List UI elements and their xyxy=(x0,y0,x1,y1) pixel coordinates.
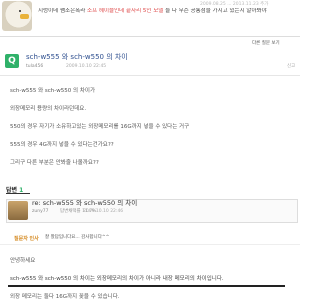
divider xyxy=(0,244,300,245)
answer-date: 2009.10.10 22:46 xyxy=(83,209,124,214)
asker-greeting-text: 잘 봤답입니다요... 감사합니다^^ xyxy=(45,235,110,240)
duck-eye xyxy=(19,10,21,12)
answerer-avatar[interactable] xyxy=(8,201,28,220)
question-date: 2009.10.10 22:45 xyxy=(66,64,107,69)
report-button[interactable]: 신고 xyxy=(287,64,295,70)
divider xyxy=(0,36,300,37)
answer-title: re: sch-w555 와 sch-w550 의 차이 xyxy=(32,199,138,207)
answer-body-line: sch-w555 와 sch-w550 의 차이는 외장메모리의 차이가 아니라… xyxy=(10,276,224,282)
answers-underline xyxy=(6,193,30,194)
divider xyxy=(0,75,300,76)
answer-body-line: 안녕하세요 xyxy=(10,258,36,264)
banner-question[interactable]: 지렁이네 쌤조은폭라 소프 헤이블인데 끝자리 5인 모델 들 다 무슨 공통점… xyxy=(38,8,296,15)
question-body-line: 550의 경우 자기가 소유하고있는 외장메모리를 16G까지 넣을 수 있다는… xyxy=(10,124,190,130)
duck-beak xyxy=(20,14,29,19)
answer-author[interactable]: zuny77 xyxy=(32,209,48,215)
question-body-line: sch-w555 와 sch-w550 의 차이가 xyxy=(10,88,96,94)
question-author[interactable]: tula456 xyxy=(26,64,43,70)
banner-question-highlight: 소프 헤이블인데 끝자리 5인 모델 xyxy=(87,8,164,14)
banner-question-suffix: 들 다 무슨 공통점을 가지고 있는지 알아봐야 xyxy=(165,8,267,14)
other-questions-link[interactable]: 다른 질문 보기 xyxy=(252,41,280,47)
question-body-line: 555의 경우 4G까지 넣을 수 있다는건가요?? xyxy=(10,142,114,148)
question-body-line: 그리구 다른 부분은 안봐줄 나올까요?? xyxy=(10,160,99,166)
asker-greeting-label: 질문자 인사 xyxy=(14,236,39,242)
question-title: sch-w555 와 sch-w550 의 차이 xyxy=(26,53,128,61)
user-avatar-duck xyxy=(2,1,32,31)
answer-underline xyxy=(8,285,285,287)
banner-meta: 2009.08.25 ... 2013.11.23 추가 xyxy=(200,2,269,7)
question-body-line: 외장메모리 용량의 차이라던데요. xyxy=(10,106,87,112)
question-badge-icon: Q xyxy=(5,54,19,68)
banner-question-prefix: 지렁이네 쌤조은폭라 xyxy=(38,8,86,14)
